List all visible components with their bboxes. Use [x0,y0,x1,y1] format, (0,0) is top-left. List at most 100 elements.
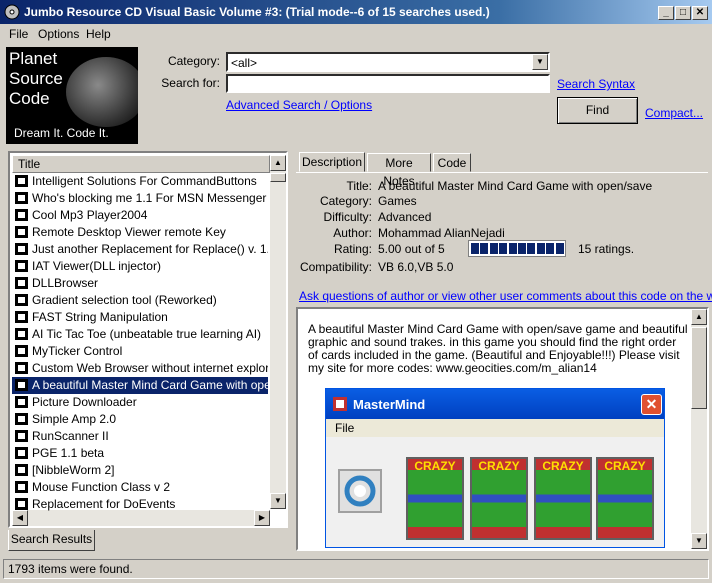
scroll-down-icon[interactable]: ▼ [270,493,286,509]
list-item[interactable]: Cool Mp3 Player2004 [12,207,268,224]
mastermind-titlebar: MasterMind ✕ [326,389,664,419]
detail-title-value: A beautiful Master Mind Card Game with o… [378,179,653,193]
list-item-title: Simple Amp 2.0 [32,412,117,426]
list-item[interactable]: Picture Downloader [12,394,268,411]
detail-rating-value: 5.00 out of 5 [378,242,445,256]
list-item[interactable]: Who's blocking me 1.1 For MSN Messenger … [12,190,268,207]
detail-title-label: Title: [346,179,372,193]
close-button[interactable]: ✕ [692,6,708,20]
menu-file[interactable]: File [9,27,28,41]
list-item-title: Mouse Function Class v 2 [32,480,171,494]
code-file-icon [15,243,28,255]
list-vertical-scrollbar[interactable]: ▲ ▼ [270,155,286,509]
compact-link[interactable]: Compact... [645,106,703,120]
list-item[interactable]: MyTicker Control [12,343,268,360]
advanced-search-link[interactable]: Advanced Search / Options [226,98,372,112]
menu-help[interactable]: Help [86,27,111,41]
list-item[interactable]: DLLBrowser [12,275,268,292]
menu-bar: File Options Help [0,25,712,44]
list-item-title: IAT Viewer(DLL injector) [32,259,161,273]
category-value: <all> [231,56,258,70]
list-item[interactable]: AI Tic Tac Toe (unbeatable true learning… [12,326,268,343]
chevron-down-icon[interactable]: ▼ [532,54,548,70]
menu-options[interactable]: Options [38,27,79,41]
detail-author-label: Author: [333,226,372,240]
list-item[interactable]: PGE 1.1 beta [12,445,268,462]
code-file-icon [15,226,28,238]
code-file-icon [15,311,28,323]
list-item[interactable]: Simple Amp 2.0 [12,411,268,428]
find-button[interactable]: Find [557,97,638,124]
list-item-title: AI Tic Tac Toe (unbeatable true learning… [32,327,262,341]
list-item[interactable]: RunScanner II [12,428,268,445]
code-file-icon [15,464,28,476]
description-scrollbar[interactable]: ▲ ▼ [691,309,707,549]
main-window: Jumbo Resource CD Visual Basic Volume #3… [0,0,712,583]
code-file-icon [15,396,28,408]
list-item-title: Intelligent Solutions For CommandButtons [32,174,257,188]
tab-description[interactable]: Description [299,152,365,172]
ask-questions-link[interactable]: Ask questions of author or view other us… [299,289,712,303]
globe-image [66,57,138,127]
close-icon: ✕ [641,394,662,415]
refresh-icon [338,469,382,513]
rating-segment [499,243,508,254]
list-item[interactable]: Mouse Function Class v 2 [12,479,268,496]
code-file-icon [15,192,28,204]
detail-rating-label: Rating: [333,242,372,256]
code-file-icon [15,328,28,340]
scroll-up-icon[interactable]: ▲ [270,155,286,171]
game-card: CRAZY [406,457,464,540]
mastermind-icon [333,397,347,411]
title-bar[interactable]: Jumbo Resource CD Visual Basic Volume #3… [0,0,712,24]
maximize-button[interactable]: □ [675,6,691,20]
mastermind-title: MasterMind [353,397,426,412]
scroll-thumb[interactable] [691,327,707,409]
planet-source-code-logo: Planet Source Code Dream It. Code It. [6,47,138,144]
list-item-title: Replacement for DoEvents [32,497,176,511]
code-file-icon [15,379,28,391]
scroll-up-icon[interactable]: ▲ [691,309,707,325]
list-item[interactable]: [NibbleWorm 2] [12,462,268,479]
detail-difficulty-value: Advanced [378,210,432,224]
list-item-title: [NibbleWorm 2] [32,463,115,477]
list-item[interactable]: Replacement for DoEvents [12,496,268,513]
column-header-title[interactable]: Title [12,155,270,173]
rating-count: 15 ratings. [578,242,635,256]
tab-more-notes[interactable]: More Notes [367,153,431,188]
results-list: Title ▲ ▼ ◀ ▶ Intelligent Solutions For … [8,151,288,528]
list-item[interactable]: Custom Web Browser without internet expl… [12,360,268,377]
minimize-button[interactable]: _ [658,6,674,20]
tab-search-results[interactable]: Search Results [8,530,95,551]
list-item[interactable]: Intelligent Solutions For CommandButtons [12,173,268,190]
rating-segment [471,243,479,254]
description-text: A beautiful Master Mind Card Game with o… [308,322,688,375]
code-file-icon [15,294,28,306]
code-file-icon [15,430,28,442]
game-card: CRAZY [470,457,528,540]
rating-bar [468,240,566,257]
category-dropdown[interactable]: <all> ▼ [226,52,550,72]
search-syntax-link[interactable]: Search Syntax [557,77,635,91]
code-file-icon [15,498,28,510]
list-item[interactable]: Remote Desktop Viewer remote Key [12,224,268,241]
scroll-thumb[interactable] [270,173,286,182]
code-file-icon [15,209,28,221]
list-item[interactable]: A beautiful Master Mind Card Game with o… [12,377,268,394]
detail-category-label: Category: [319,194,372,208]
scroll-down-icon[interactable]: ▼ [691,533,707,549]
list-item[interactable]: FAST String Manipulation [12,309,268,326]
rating-segment [480,243,489,254]
list-item[interactable]: IAT Viewer(DLL injector) [12,258,268,275]
list-item[interactable]: Gradient selection tool (Reworked) [12,292,268,309]
list-item-title: Remote Desktop Viewer remote Key [32,225,226,239]
list-item[interactable]: Just another Replacement for Replace() v… [12,241,268,258]
code-file-icon [15,277,28,289]
rating-segment [536,243,545,254]
tab-code[interactable]: Code [433,153,471,172]
search-input[interactable] [226,74,550,93]
game-card: CRAZY [596,457,654,540]
list-item-title: DLLBrowser [32,276,99,290]
game-card: CRAZY [534,457,592,540]
rating-segment [527,243,536,254]
